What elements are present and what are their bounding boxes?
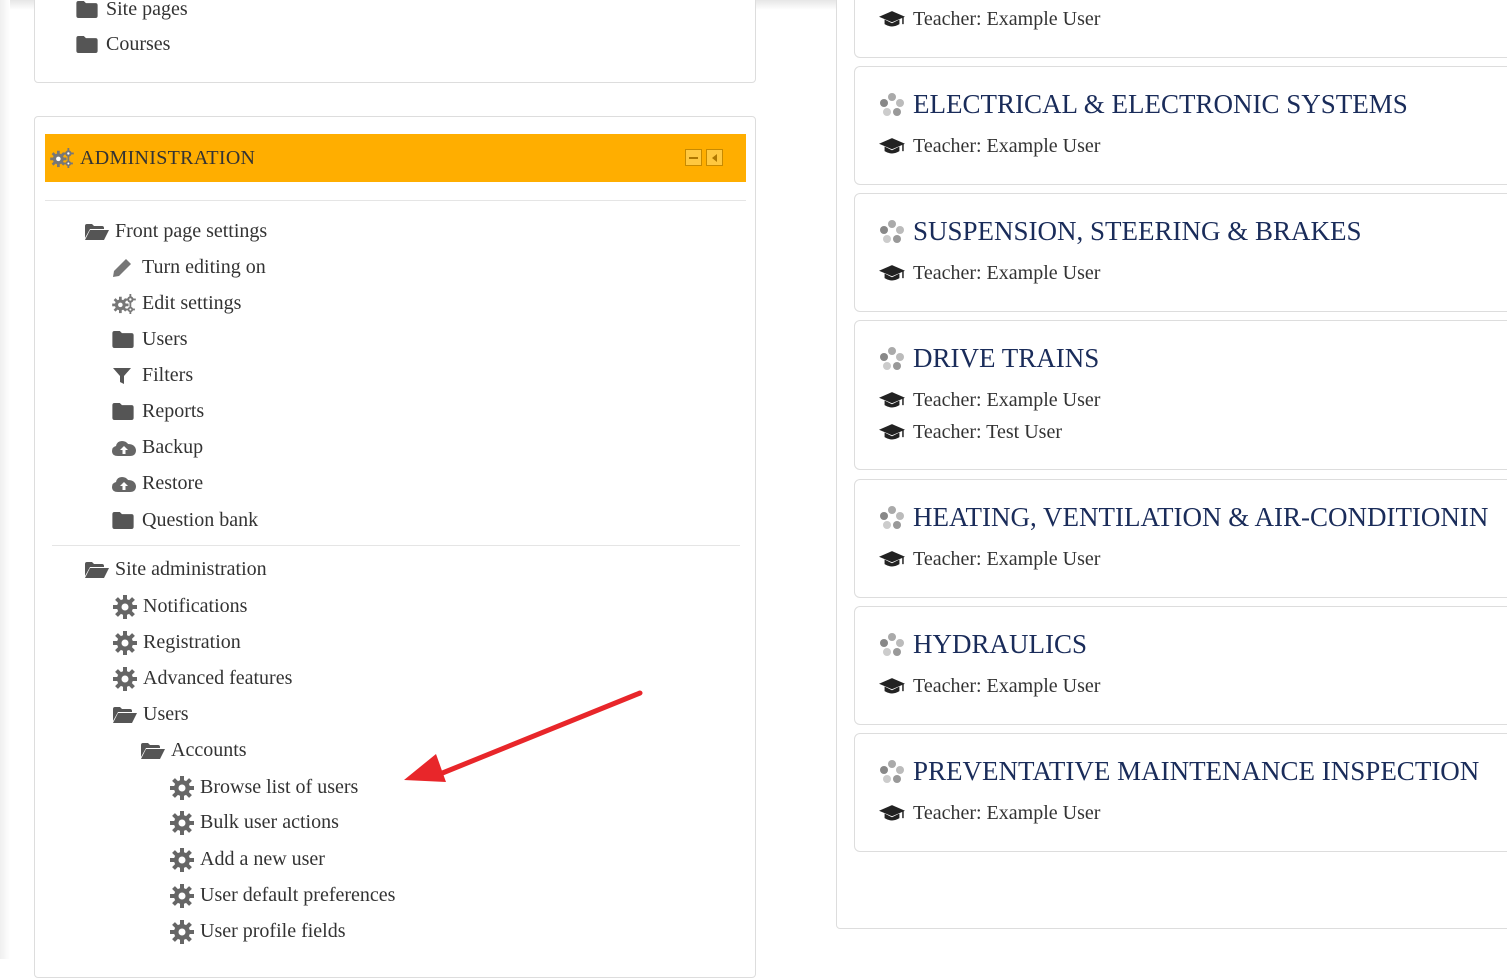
folder-open-icon <box>141 740 165 762</box>
graduation-cap-icon <box>879 265 905 282</box>
restore-link[interactable]: Restore <box>112 472 203 495</box>
folder-open-icon <box>113 704 137 726</box>
course-title-link[interactable]: PREVENTATIVE MAINTENANCE INSPECTION <box>879 756 1479 787</box>
nav-item-site-pages[interactable]: Site pages <box>76 0 188 21</box>
graduation-cap-icon <box>879 678 905 695</box>
reports-link[interactable]: Reports <box>112 400 204 423</box>
filters-link[interactable]: Filters <box>112 364 193 387</box>
gear-icon <box>170 885 194 907</box>
course-card[interactable]: Teacher: Example User <box>854 0 1507 58</box>
admin-divider <box>45 200 746 201</box>
course-icon <box>879 505 905 531</box>
course-teacher: Teacher: Example User <box>879 8 1100 31</box>
course-card[interactable]: DRIVE TRAINS Teacher: Example User Teach… <box>854 320 1507 470</box>
folder-icon <box>76 34 100 56</box>
users-link[interactable]: Users <box>112 328 188 351</box>
administration-block <box>34 116 756 978</box>
course-title-link[interactable]: HYDRAULICS <box>879 629 1087 660</box>
graduation-cap-icon <box>879 392 905 409</box>
site-administration-node[interactable]: Site administration <box>85 558 267 581</box>
course-teacher: Teacher: Example User <box>879 262 1100 285</box>
course-card[interactable]: HEATING, VENTILATION & AIR-CONDITIONIN T… <box>854 479 1507 598</box>
nav-item-courses[interactable]: Courses <box>76 33 170 56</box>
user-profile-fields-link[interactable]: User profile fields <box>170 920 346 943</box>
accounts-node[interactable]: Accounts <box>141 739 247 762</box>
course-card[interactable]: HYDRAULICS Teacher: Example User <box>854 606 1507 725</box>
course-card[interactable]: ELECTRICAL & ELECTRONIC SYSTEMS Teacher:… <box>854 66 1507 185</box>
left-shadow <box>0 0 10 959</box>
course-icon <box>879 632 905 658</box>
folder-icon <box>112 329 136 351</box>
gear-icon <box>170 812 194 834</box>
folder-icon <box>112 401 136 423</box>
backup-link[interactable]: Backup <box>112 436 203 459</box>
gears-icon <box>112 293 136 315</box>
course-teacher: Teacher: Example User <box>879 389 1100 412</box>
dock-block-button[interactable] <box>706 149 723 166</box>
pencil-icon <box>112 257 136 279</box>
course-title-link[interactable]: ELECTRICAL & ELECTRONIC SYSTEMS <box>879 89 1408 120</box>
course-icon <box>879 219 905 245</box>
front-page-settings-node[interactable]: Front page settings <box>85 220 267 243</box>
cloud-upload-icon <box>112 437 136 459</box>
bulk-user-actions-link[interactable]: Bulk user actions <box>170 811 339 834</box>
gear-icon <box>170 777 194 799</box>
add-a-new-user-link[interactable]: Add a new user <box>170 848 325 871</box>
course-icon <box>879 346 905 372</box>
course-icon <box>879 759 905 785</box>
course-teacher: Teacher: Example User <box>879 675 1100 698</box>
notifications-link[interactable]: Notifications <box>113 595 247 618</box>
annotation-arrow <box>404 690 643 782</box>
graduation-cap-icon <box>879 805 905 822</box>
course-teacher: Teacher: Example User <box>879 802 1100 825</box>
cloud-upload-icon <box>112 473 136 495</box>
gear-icon <box>113 668 137 690</box>
folder-icon <box>112 510 136 532</box>
gear-icon <box>113 632 137 654</box>
registration-link[interactable]: Registration <box>113 631 241 654</box>
browse-list-of-users-link[interactable]: Browse list of users <box>170 776 358 799</box>
question-bank-link[interactable]: Question bank <box>112 509 258 532</box>
advanced-features-link[interactable]: Advanced features <box>113 667 292 690</box>
folder-open-icon <box>85 221 109 243</box>
minimize-block-button[interactable] <box>685 149 702 166</box>
graduation-cap-icon <box>879 551 905 568</box>
course-card[interactable]: SUSPENSION, STEERING & BRAKES Teacher: E… <box>854 193 1507 312</box>
graduation-cap-icon <box>879 424 905 441</box>
gear-icon <box>170 921 194 943</box>
turn-editing-on-link[interactable]: Turn editing on <box>112 256 266 279</box>
administration-header: ADMINISTRATION <box>45 134 746 182</box>
edit-settings-link[interactable]: Edit settings <box>112 292 241 315</box>
gear-icon <box>113 596 137 618</box>
graduation-cap-icon <box>879 11 905 28</box>
course-title-link[interactable]: DRIVE TRAINS <box>879 343 1099 374</box>
course-teacher: Teacher: Test User <box>879 421 1062 444</box>
course-card[interactable]: PREVENTATIVE MAINTENANCE INSPECTION Teac… <box>854 733 1507 852</box>
gear-icon <box>170 849 194 871</box>
course-icon <box>879 92 905 118</box>
folder-icon <box>76 0 100 21</box>
filter-icon <box>112 365 136 387</box>
section-divider <box>52 545 740 546</box>
administration-title: ADMINISTRATION <box>80 146 256 169</box>
course-title-link[interactable]: SUSPENSION, STEERING & BRAKES <box>879 216 1362 247</box>
course-title-link[interactable]: HEATING, VENTILATION & AIR-CONDITIONIN <box>879 502 1488 533</box>
gears-icon <box>50 148 74 168</box>
folder-open-icon <box>85 559 109 581</box>
user-default-preferences-link[interactable]: User default preferences <box>170 884 395 907</box>
course-teacher: Teacher: Example User <box>879 135 1100 158</box>
course-teacher: Teacher: Example User <box>879 548 1100 571</box>
users-node[interactable]: Users <box>113 703 189 726</box>
graduation-cap-icon <box>879 138 905 155</box>
